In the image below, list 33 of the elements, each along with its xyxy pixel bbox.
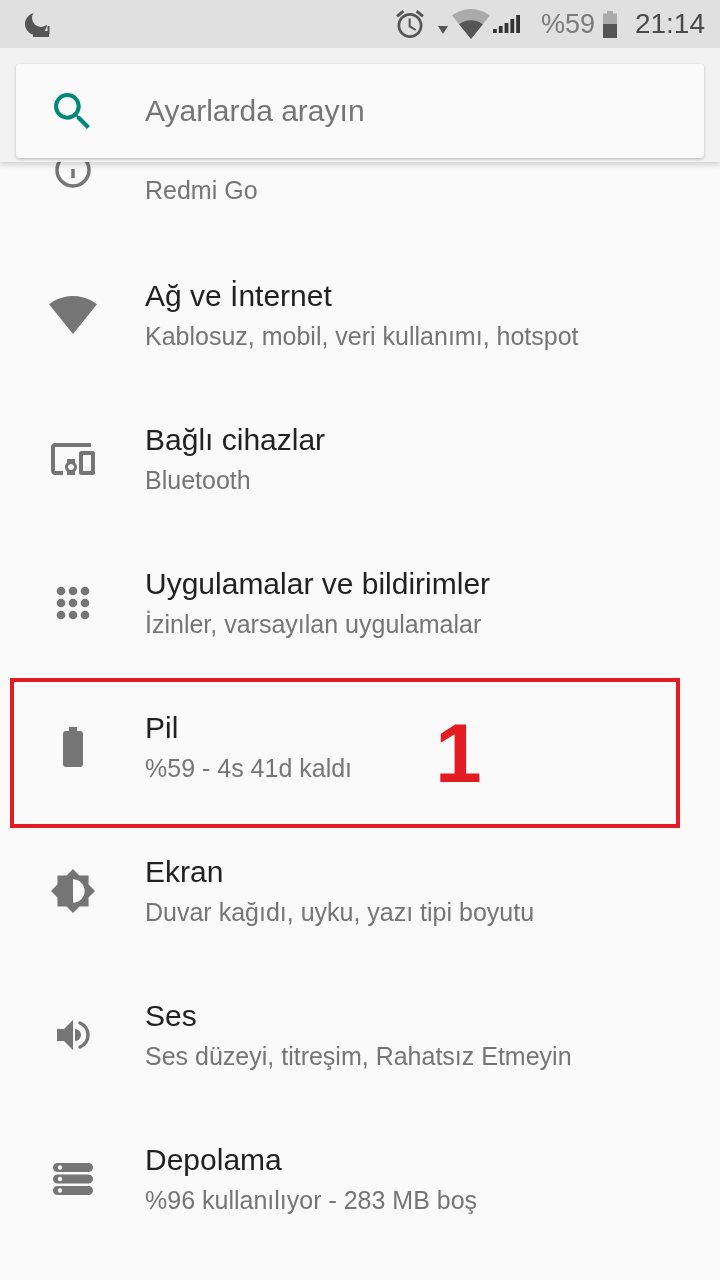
down-triangle-icon — [437, 26, 448, 34]
settings-title[interactable]: Depolama — [145, 1142, 282, 1177]
settings-summary: Ses düzeyi, titreşim, Rahatsız Etmeyin — [145, 1040, 572, 1072]
callout-number: 1 — [435, 711, 482, 795]
settings-summary: Redmi Go — [145, 175, 258, 206]
settings-summary: Bluetooth — [145, 464, 251, 496]
crescent-mosque-icon — [24, 10, 50, 38]
settings-summary: Kablosuz, mobil, veri kullanımı, hotspot — [145, 320, 579, 352]
settings-title[interactable]: Ekran — [145, 854, 224, 889]
alarm-clock-icon — [395, 10, 424, 38]
settings-summary: İzinler, varsayılan uygulamalar — [145, 608, 482, 640]
signal-icon — [492, 15, 521, 33]
clock-time: 21:14 — [634, 8, 705, 40]
search-field[interactable]: Ayarlarda arayın — [16, 64, 704, 158]
settings-summary: %59 - 4s 41d kaldı — [145, 752, 353, 784]
devices-icon — [50, 443, 95, 475]
settings-summary: %96 kullanılıyor - 283 MB boş — [145, 1184, 478, 1216]
settings-title[interactable]: Uygulamalar ve bildirimler — [145, 566, 491, 601]
settings-title[interactable]: Ağ ve İnternet — [145, 278, 332, 313]
wifi-icon — [48, 296, 97, 334]
dots-grid-icon — [55, 586, 90, 620]
settings-title[interactable]: Ses — [145, 998, 197, 1033]
settings-title[interactable]: Bağlı cihazlar — [145, 422, 326, 457]
info-icon — [54, 162, 91, 188]
brightness-icon — [50, 869, 95, 913]
battery-percentage: %59 — [540, 8, 595, 40]
settings-summary: Duvar kağıdı, uyku, yazı tipi boyutu — [145, 896, 535, 928]
battery-icon — [62, 727, 83, 767]
search-icon — [54, 93, 90, 129]
battery-icon — [602, 10, 617, 38]
storage-icon — [52, 1163, 93, 1195]
settings-title[interactable]: Pil — [145, 710, 179, 745]
wifi-icon — [451, 9, 490, 39]
